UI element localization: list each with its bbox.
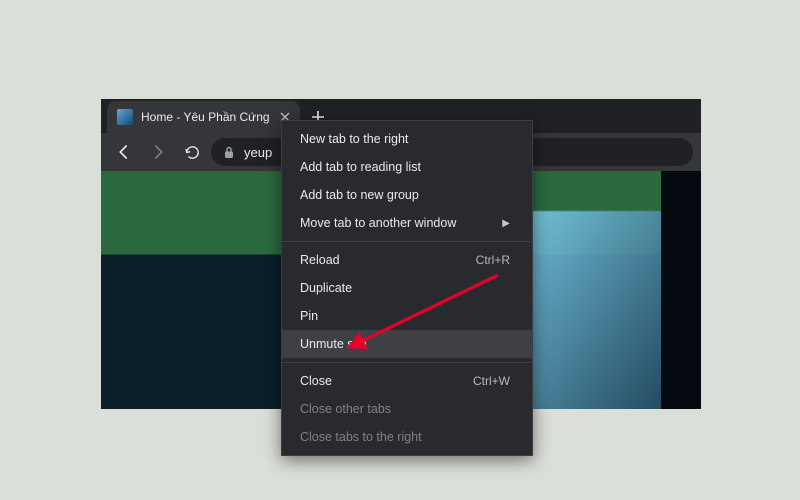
tab-title: Home - Yêu Phần Cứng [141,110,270,124]
lock-icon [223,146,235,159]
menu-add-new-group[interactable]: Add tab to new group [282,181,532,209]
menu-item-label: Unmute site [300,337,367,351]
menu-item-label: Duplicate [300,281,352,295]
favicon-icon [117,109,133,125]
menu-item-label: Pin [300,309,318,323]
submenu-arrow-icon: ▶ [502,218,510,229]
menu-item-label: Close [300,374,332,388]
url-text: yeup [244,145,272,160]
reload-button[interactable] [177,137,207,167]
tab-context-menu: New tab to the right Add tab to reading … [281,120,533,456]
menu-item-label: New tab to the right [300,132,408,146]
menu-item-label: Close tabs to the right [300,430,422,444]
menu-close-right[interactable]: Close tabs to the right [282,423,532,451]
menu-shortcut: Ctrl+W [473,374,510,388]
menu-shortcut: Ctrl+R [476,253,510,267]
menu-new-tab-right[interactable]: New tab to the right [282,125,532,153]
menu-separator [282,241,532,242]
menu-close-other[interactable]: Close other tabs [282,395,532,423]
background-graphic [661,171,701,409]
menu-unmute-site[interactable]: Unmute site [282,330,532,358]
menu-item-label: Add tab to reading list [300,160,421,174]
back-button[interactable] [109,137,139,167]
menu-item-label: Add tab to new group [300,188,419,202]
menu-item-label: Reload [300,253,340,267]
forward-button[interactable] [143,137,173,167]
menu-close[interactable]: Close Ctrl+W [282,367,532,395]
menu-separator [282,362,532,363]
menu-add-reading-list[interactable]: Add tab to reading list [282,153,532,181]
menu-move-tab[interactable]: Move tab to another window ▶ [282,209,532,237]
menu-duplicate[interactable]: Duplicate [282,274,532,302]
menu-item-label: Close other tabs [300,402,391,416]
browser-tab[interactable]: Home - Yêu Phần Cứng [107,101,300,133]
menu-reload[interactable]: Reload Ctrl+R [282,246,532,274]
menu-item-label: Move tab to another window [300,216,456,230]
menu-pin[interactable]: Pin [282,302,532,330]
